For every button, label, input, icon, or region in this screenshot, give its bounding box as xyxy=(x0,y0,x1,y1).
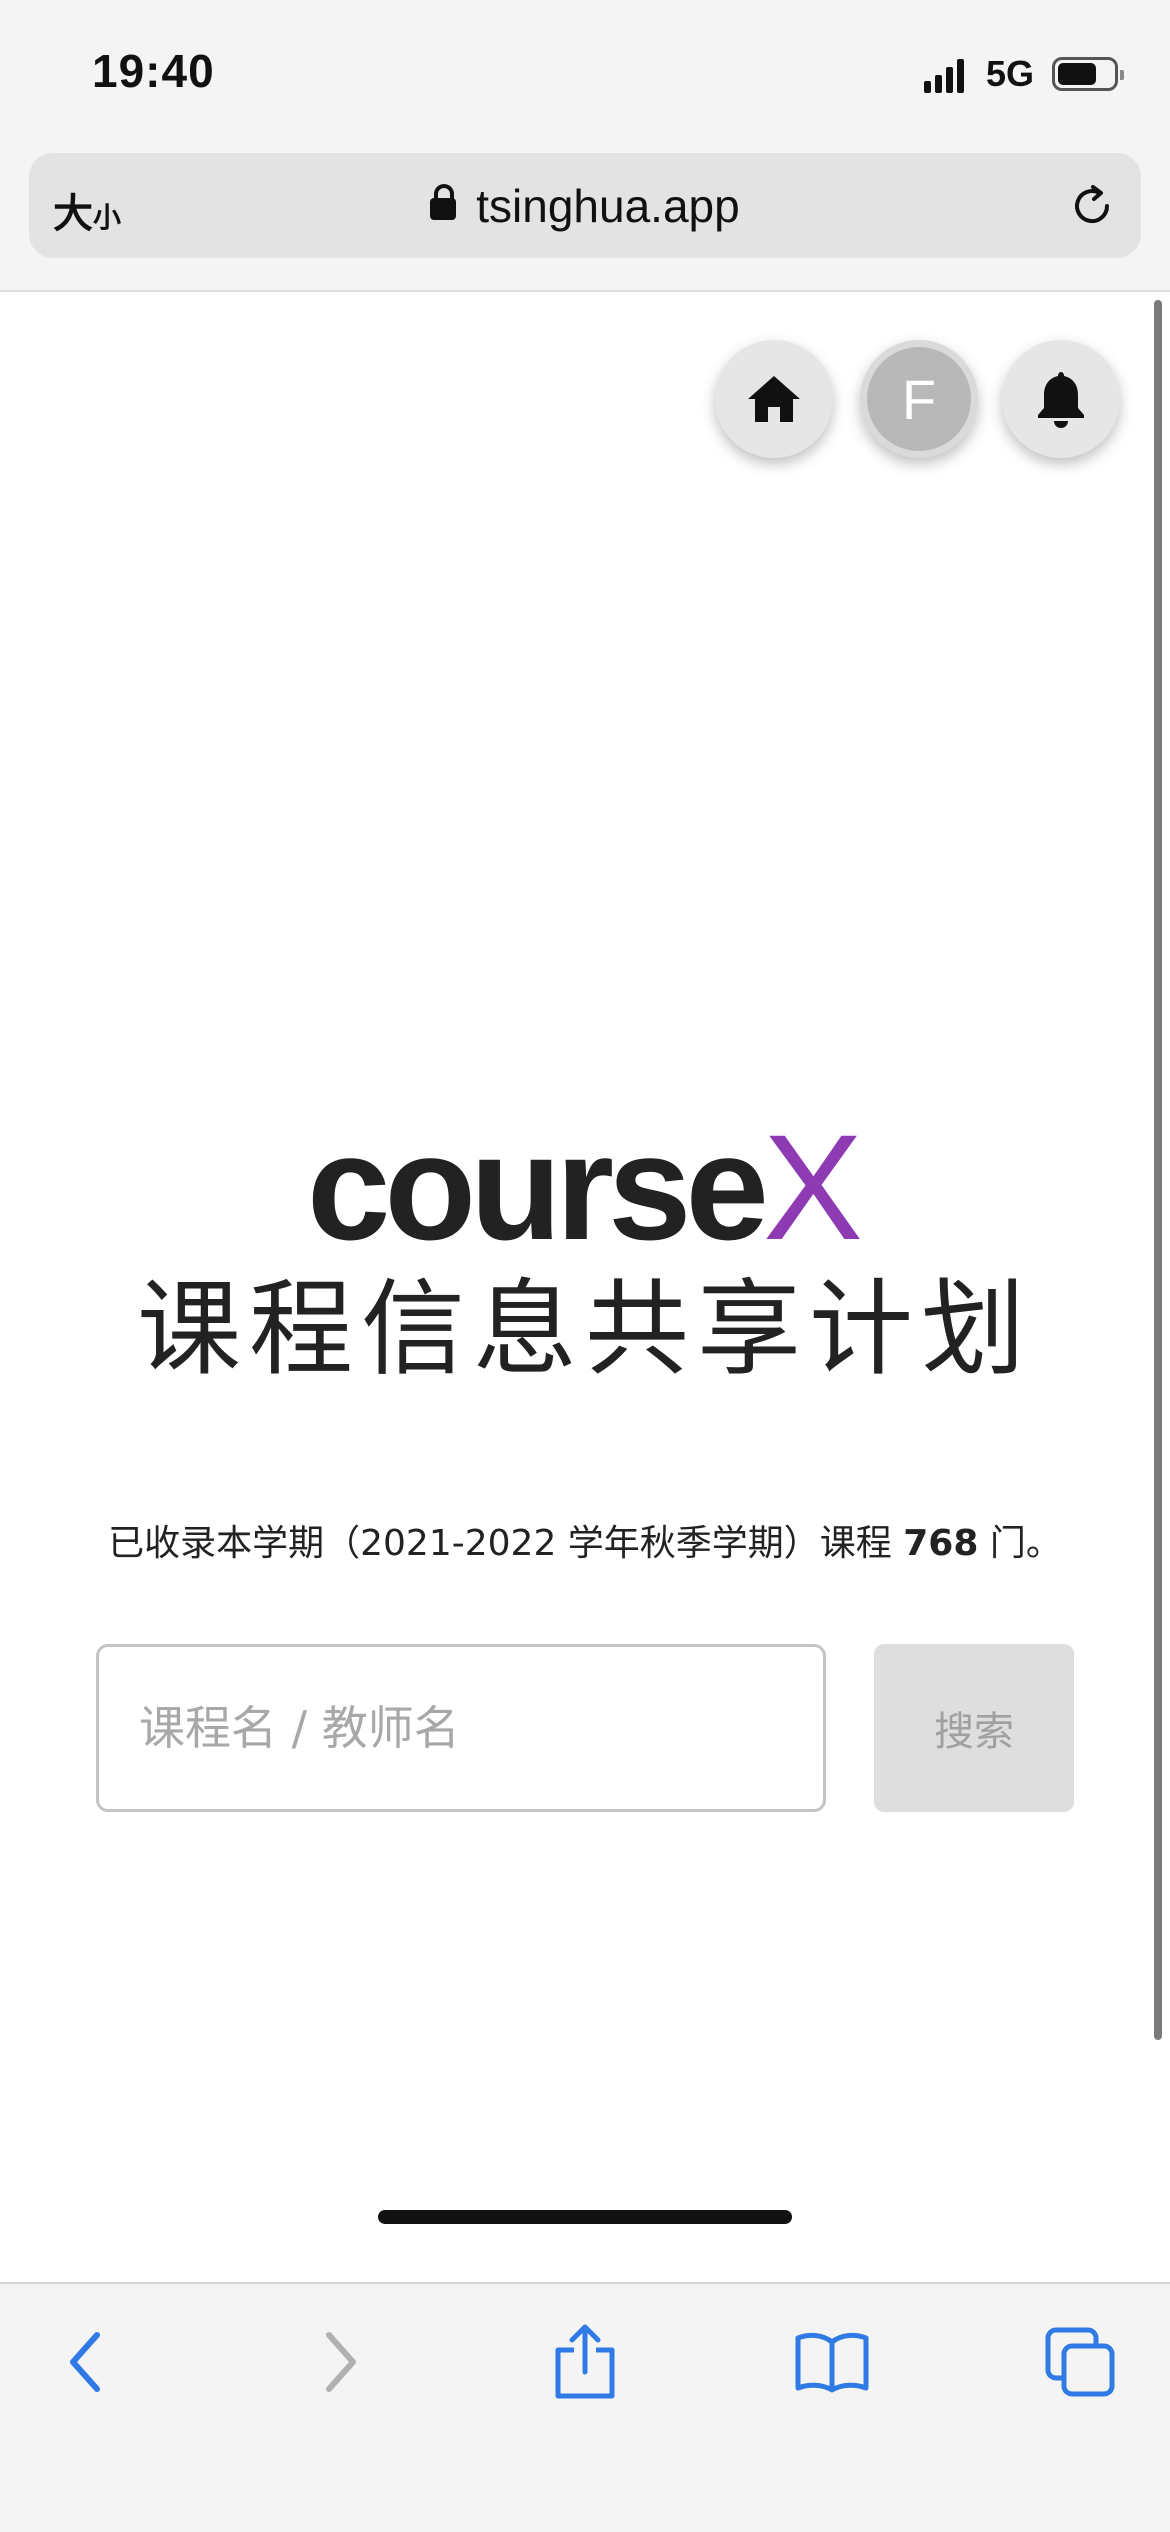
course-count-summary: 已收录本学期（2021-2022 学年秋季学期）课程 768 门。 xyxy=(0,1514,1170,1566)
avatar: F xyxy=(867,347,971,451)
browser-top-bar: 大小 tsinghua.app xyxy=(0,145,1170,292)
status-time: 19:40 xyxy=(92,45,215,97)
forward-icon xyxy=(326,2332,356,2392)
logo-accent-text: X xyxy=(762,1103,863,1271)
page-subtitle: 课程信息共享计划 xyxy=(136,1268,1033,1390)
bell-icon xyxy=(1038,372,1084,428)
home-icon xyxy=(748,376,800,422)
battery-icon xyxy=(1052,57,1124,91)
forward-button[interactable] xyxy=(300,2322,380,2402)
notifications-button[interactable] xyxy=(1002,340,1120,458)
cellular-signal-icon xyxy=(923,55,968,93)
share-icon xyxy=(555,2324,615,2399)
back-button[interactable] xyxy=(46,2322,126,2402)
address-bar[interactable]: 大小 tsinghua.app xyxy=(29,153,1141,258)
site-logo: courseX xyxy=(0,1112,1170,1262)
search-button[interactable]: 搜索 xyxy=(874,1644,1074,1812)
user-avatar-button[interactable]: F xyxy=(860,340,978,458)
course-count: 768 xyxy=(903,1523,979,1564)
tabs-button[interactable] xyxy=(1040,2322,1120,2402)
back-icon xyxy=(70,2332,100,2392)
home-indicator[interactable] xyxy=(378,2210,792,2224)
reload-icon[interactable] xyxy=(1069,183,1115,229)
bookmarks-icon xyxy=(795,2332,869,2393)
url-text: tsinghua.app xyxy=(476,180,740,232)
summary-prefix: 已收录本学期（2021-2022 学年秋季学期）课程 xyxy=(108,1523,904,1564)
status-indicators: 5G xyxy=(923,52,1124,96)
page-content: F courseX 课程信息共享计划 已收录本学期（2021-2022 学年秋季… xyxy=(0,292,1170,2282)
logo-main-text: course xyxy=(307,1103,769,1271)
summary-suffix: 门。 xyxy=(978,1523,1062,1564)
home-button[interactable] xyxy=(715,340,833,458)
browser-toolbar xyxy=(0,2282,1170,2532)
network-type: 5G xyxy=(985,53,1034,94)
status-bar: 19:40 5G xyxy=(0,0,1170,145)
bookmarks-button[interactable] xyxy=(792,2322,872,2402)
tabs-icon xyxy=(1045,2327,1115,2397)
search-input[interactable] xyxy=(96,1644,826,1812)
lock-icon xyxy=(430,184,457,220)
share-button[interactable] xyxy=(545,2322,625,2402)
url-display[interactable]: tsinghua.app xyxy=(29,179,1141,233)
